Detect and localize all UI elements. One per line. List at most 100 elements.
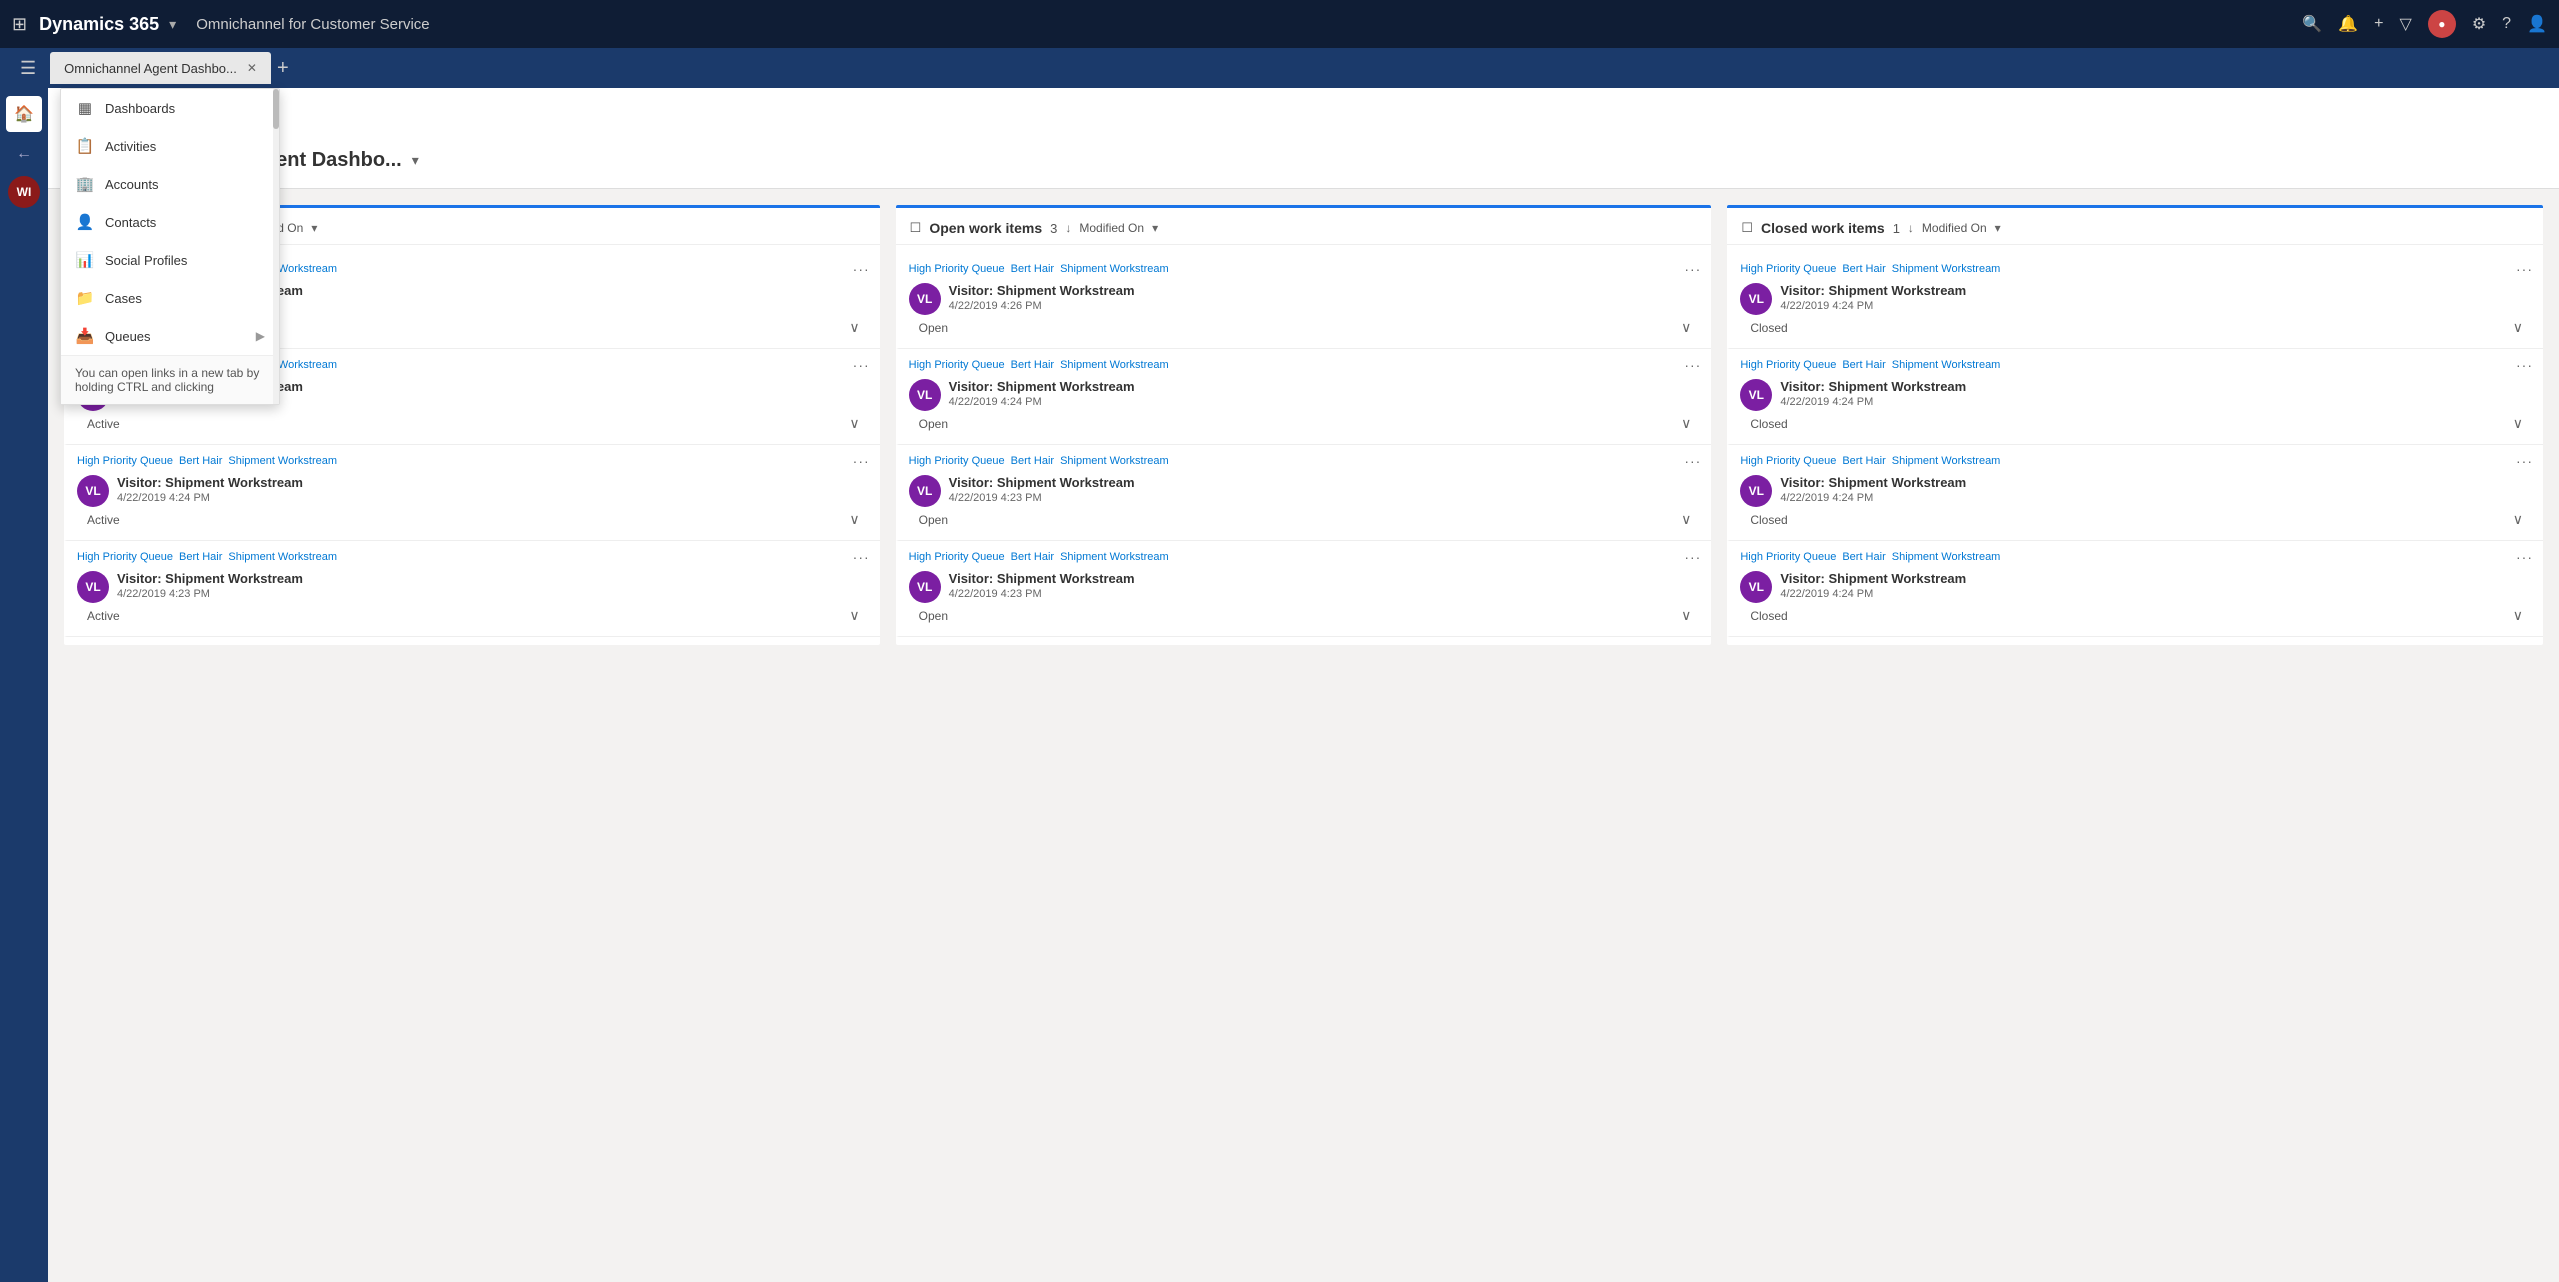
page-title-chevron[interactable]: ▾ <box>412 152 419 169</box>
dropdown-scrollbar[interactable] <box>273 89 279 404</box>
work-item-card[interactable]: High Priority Queue Bert Hair Shipment W… <box>896 349 1712 445</box>
card-tags: High Priority Queue Bert Hair Shipment W… <box>909 453 1702 469</box>
card-info: Visitor: Shipment Workstream 4/22/2019 4… <box>949 379 1702 408</box>
dropdown-item-label: Social Profiles <box>105 253 265 268</box>
active-tab[interactable]: Omnichannel Agent Dashbo... ✕ <box>50 52 271 84</box>
card-expand-icon[interactable]: ∨ <box>1681 415 1691 432</box>
card-more-icon[interactable]: ··· <box>2516 357 2533 373</box>
search-icon[interactable]: 🔍 <box>2302 14 2322 34</box>
card-title: Visitor: Shipment Workstream <box>949 475 1702 490</box>
sort-chevron[interactable]: ▾ <box>1152 221 1158 235</box>
card-expand-icon[interactable]: ∨ <box>2513 415 2523 432</box>
card-expand-icon[interactable]: ∨ <box>2513 511 2523 528</box>
card-avatar: VL <box>909 475 941 507</box>
card-main: VL Visitor: Shipment Workstream 4/22/201… <box>909 475 1702 507</box>
card-avatar: VL <box>1740 283 1772 315</box>
card-expand-icon[interactable]: ∨ <box>849 511 859 528</box>
card-more-icon[interactable]: ··· <box>2516 549 2533 565</box>
dropdown-item-queues[interactable]: 📥 Queues ▶ <box>61 317 279 355</box>
card-status: Active <box>87 513 120 527</box>
card-info: Visitor: Shipment Workstream 4/22/2019 4… <box>1780 283 2533 312</box>
work-item-card[interactable]: High Priority Queue Bert Hair Shipment W… <box>1727 541 2543 637</box>
work-item-card[interactable]: High Priority Queue Bert Hair Shipment W… <box>1727 445 2543 541</box>
dropdown-item-contacts[interactable]: 👤 Contacts <box>61 203 279 241</box>
sidebar-home-icon[interactable]: 🏠 <box>6 96 42 132</box>
card-more-icon[interactable]: ··· <box>1684 357 1701 373</box>
card-more-icon[interactable]: ··· <box>853 453 870 469</box>
card-expand-icon[interactable]: ∨ <box>1681 511 1691 528</box>
card-status: Closed <box>1750 609 1787 623</box>
card-more-icon[interactable]: ··· <box>1684 549 1701 565</box>
card-more-icon[interactable]: ··· <box>1684 261 1701 277</box>
top-nav: ⊞ Dynamics 365 ▾ Omnichannel for Custome… <box>0 0 2559 48</box>
card-more-icon[interactable]: ··· <box>853 357 870 373</box>
dropdown-item-cases[interactable]: 📁 Cases <box>61 279 279 317</box>
card-expand-icon[interactable]: ∨ <box>2513 607 2523 624</box>
sidebar-back-icon[interactable]: ← <box>6 136 42 172</box>
card-main: VL Visitor: Shipment Workstream 4/22/201… <box>1740 379 2533 411</box>
work-items-list: High Priority Queue Bert Hair Shipment W… <box>896 245 1712 645</box>
work-column-open_work: ☐ Open work items 3 ↓ Modified On ▾ High… <box>896 205 1712 645</box>
card-more-icon[interactable]: ··· <box>853 549 870 565</box>
card-expand-icon[interactable]: ∨ <box>2513 319 2523 336</box>
sort-chevron[interactable]: ▾ <box>311 221 317 235</box>
hamburger-icon[interactable]: ☰ <box>12 50 44 87</box>
column-count: 1 <box>1893 221 1900 236</box>
dashboard-area: ☐ My work items 38 ↓ Modified On ▾ High … <box>48 189 2559 1282</box>
dropdown-tooltip: You can open links in a new tab by holdi… <box>61 355 279 404</box>
top-nav-right: 🔍 🔔 + ▽ ● ⚙ ? 👤 <box>2302 10 2547 38</box>
work-item-card[interactable]: High Priority Queue Bert Hair Shipment W… <box>1727 253 2543 349</box>
tab-label: Omnichannel Agent Dashbo... <box>64 61 237 76</box>
settings-icon[interactable]: ⚙ <box>2472 14 2486 34</box>
card-tags: High Priority Queue Bert Hair Shipment W… <box>1740 453 2533 469</box>
add-icon[interactable]: + <box>2374 15 2383 33</box>
work-item-card[interactable]: High Priority Queue Bert Hair Shipment W… <box>64 541 880 637</box>
notification-icon[interactable]: 🔔 <box>2338 14 2358 34</box>
user-icon[interactable]: 👤 <box>2527 14 2547 34</box>
work-item-card[interactable]: High Priority Queue Bert Hair Shipment W… <box>1727 349 2543 445</box>
card-expand-icon[interactable]: ∨ <box>849 415 859 432</box>
card-main: VL Visitor: Shipment Workstream 4/22/201… <box>77 571 870 603</box>
sort-icon[interactable]: ↓ <box>1908 221 1914 235</box>
tab-close-icon[interactable]: ✕ <box>247 61 257 75</box>
card-expand-icon[interactable]: ∨ <box>849 607 859 624</box>
card-more-icon[interactable]: ··· <box>2516 261 2533 277</box>
card-more-icon[interactable]: ··· <box>2516 453 2533 469</box>
tab-add-icon[interactable]: + <box>277 57 289 80</box>
dropdown-item-icon: 📊 <box>75 251 95 269</box>
card-more-icon[interactable]: ··· <box>853 261 870 277</box>
work-item-card[interactable]: High Priority Queue Bert Hair Shipment W… <box>896 541 1712 637</box>
sidebar-user-avatar[interactable]: WI <box>8 176 40 208</box>
card-status-container: Active ∨ <box>77 411 870 436</box>
help-icon[interactable]: ? <box>2502 15 2511 33</box>
agent-tag: Bert Hair <box>179 551 222 563</box>
card-info: Visitor: Shipment Workstream 4/22/2019 4… <box>1780 475 2533 504</box>
work-item-card[interactable]: High Priority Queue Bert Hair Shipment W… <box>64 445 880 541</box>
grid-icon[interactable]: ⊞ <box>12 14 27 35</box>
dropdown-item-accounts[interactable]: 🏢 Accounts <box>61 165 279 203</box>
card-expand-icon[interactable]: ∨ <box>1681 607 1691 624</box>
card-status-container: Active ∨ <box>77 507 870 532</box>
dropdown-item-social-profiles[interactable]: 📊 Social Profiles <box>61 241 279 279</box>
queue-tag: High Priority Queue <box>1740 359 1836 371</box>
workstream-tag: Shipment Workstream <box>1060 263 1169 275</box>
queue-tag: High Priority Queue <box>77 455 173 467</box>
agent-tag: Bert Hair <box>1842 359 1885 371</box>
card-expand-icon[interactable]: ∨ <box>1681 319 1691 336</box>
card-expand-icon[interactable]: ∨ <box>849 319 859 336</box>
dropdown-item-icon: 👤 <box>75 213 95 231</box>
dropdown-item-dashboards[interactable]: ▦ Dashboards <box>61 89 279 127</box>
dropdown-item-label: Dashboards <box>105 101 265 116</box>
filter-icon[interactable]: ▽ <box>2400 14 2412 34</box>
work-item-card[interactable]: High Priority Queue Bert Hair Shipment W… <box>896 445 1712 541</box>
brand-chevron[interactable]: ▾ <box>169 16 176 33</box>
dropdown-item-activities[interactable]: 📋 Activities <box>61 127 279 165</box>
card-more-icon[interactable]: ··· <box>1684 453 1701 469</box>
sort-icon[interactable]: ↓ <box>1065 221 1071 235</box>
work-item-card[interactable]: High Priority Queue Bert Hair Shipment W… <box>896 253 1712 349</box>
sort-chevron[interactable]: ▾ <box>1995 221 2001 235</box>
queue-tag: High Priority Queue <box>1740 263 1836 275</box>
card-avatar: VL <box>1740 379 1772 411</box>
scrollbar-thumb[interactable] <box>273 89 279 129</box>
card-title: Visitor: Shipment Workstream <box>117 571 870 586</box>
